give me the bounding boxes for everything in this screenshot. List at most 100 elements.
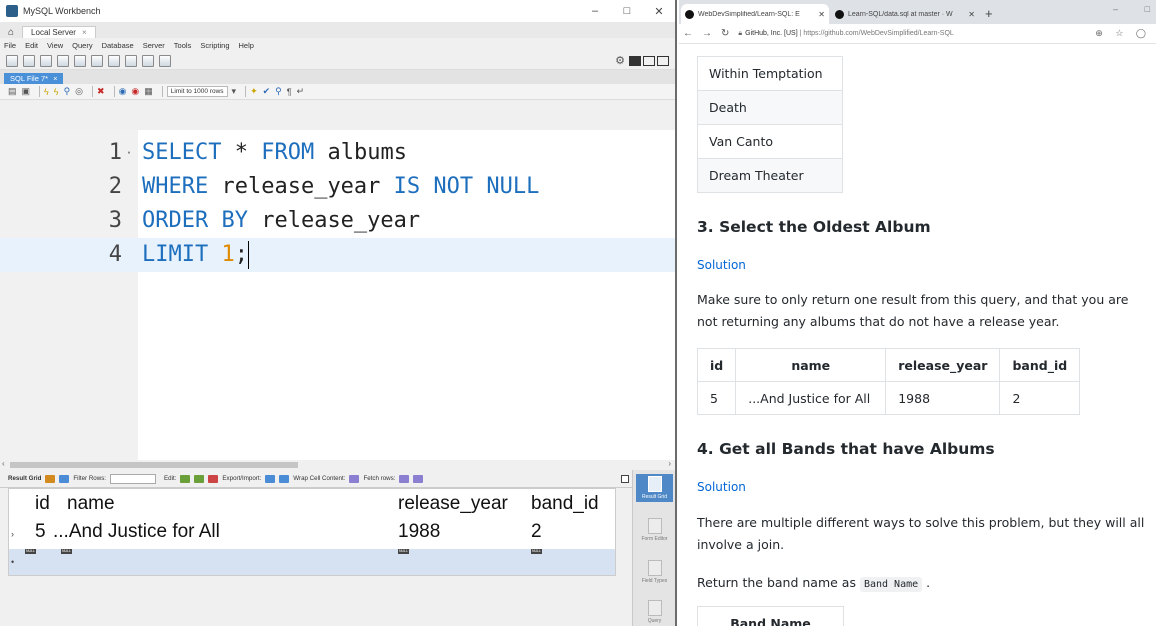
toggle-output-icon[interactable] [643, 55, 655, 66]
fetch-all-icon[interactable] [413, 474, 424, 483]
new-row-placeholder[interactable]: • NULL NULL NULL NULL [9, 549, 615, 575]
limit-rows-select[interactable]: Limit to 1000 rows [166, 86, 228, 97]
minimize-button[interactable]: – [1113, 4, 1118, 14]
profile-icon[interactable]: ◯ [1136, 28, 1146, 38]
search-table-data-icon[interactable] [142, 54, 154, 67]
form-editor-panel-button[interactable]: Form Editor [636, 518, 673, 542]
close-button[interactable]: ✕ [643, 5, 675, 18]
result-grid-label[interactable]: Result Grid [8, 475, 41, 482]
bookmark-star-icon[interactable]: ☆ [1115, 28, 1123, 38]
scroll-right-icon[interactable]: › [668, 459, 671, 468]
browser-tab[interactable]: Learn-SQL/data.sql at master · W ✕ [831, 4, 979, 24]
toggle-secondary-sidebar-icon[interactable] [657, 55, 669, 66]
editor-horizontal-scrollbar[interactable]: ‹ › [0, 459, 675, 470]
beautify-icon[interactable]: ✦ [250, 86, 258, 97]
maximize-button[interactable]: □ [611, 5, 643, 18]
execute-current-icon[interactable]: ϟ [54, 87, 59, 97]
open-file-icon[interactable]: ▤ [8, 86, 17, 97]
forward-icon[interactable]: → [702, 28, 712, 39]
reload-icon[interactable]: ↻ [721, 28, 729, 39]
close-tab-icon[interactable]: ✕ [968, 10, 975, 19]
browser-tab-active[interactable]: WebDevSimplified/Learn-SQL: E ✕ [681, 4, 829, 24]
column-header-band-id[interactable]: band_id [531, 493, 599, 515]
menu-file[interactable]: File [4, 41, 16, 50]
query-stats-panel-button[interactable]: Query [636, 600, 673, 624]
create-schema-icon[interactable] [57, 54, 69, 67]
solution-link[interactable]: Solution [697, 480, 746, 494]
create-procedure-icon[interactable] [108, 54, 120, 67]
wrap-lines-icon[interactable]: ↵ [297, 86, 305, 97]
menu-server[interactable]: Server [143, 41, 165, 50]
code-line[interactable]: 1 · SELECT * FROM albums [0, 136, 675, 170]
filter-rows-input[interactable] [110, 473, 157, 484]
result-grid-panel-button[interactable]: Result Grid [636, 474, 673, 502]
zoom-icon[interactable]: ⊕ [1095, 28, 1103, 38]
close-icon[interactable]: × [53, 74, 57, 83]
create-table-icon[interactable] [74, 54, 86, 67]
create-function-icon[interactable] [125, 54, 137, 67]
menu-tools[interactable]: Tools [174, 41, 192, 50]
fold-marker-icon[interactable]: · [123, 136, 135, 170]
table-row[interactable]: › 5 ...And Justice for All 1988 2 [9, 521, 615, 547]
commit-icon[interactable]: ◉ [119, 86, 127, 97]
cell-name[interactable]: ...And Justice for All [53, 521, 220, 543]
fetch-next-icon[interactable] [399, 474, 410, 483]
maximize-button[interactable]: □ [1145, 4, 1150, 14]
close-icon[interactable]: × [82, 28, 87, 37]
cell-release-year[interactable]: 1988 [398, 521, 440, 543]
back-icon[interactable]: ← [683, 28, 693, 39]
toggle-error-icon[interactable]: ✖ [97, 86, 105, 97]
open-sql-script-icon[interactable] [23, 54, 35, 67]
menu-query[interactable]: Query [72, 41, 92, 50]
find-icon[interactable]: ⚲ [275, 86, 282, 97]
execute-icon[interactable]: ϟ [44, 87, 49, 97]
sql-file-tab[interactable]: SQL File 7* × [4, 73, 64, 84]
export-icon[interactable] [265, 474, 276, 483]
grid-icon[interactable] [45, 474, 56, 483]
close-tab-icon[interactable]: ✕ [818, 10, 825, 19]
chevron-down-icon[interactable]: ▾ [232, 86, 237, 97]
check-icon[interactable]: ✔ [263, 86, 271, 97]
solution-link[interactable]: Solution [697, 258, 746, 272]
menu-help[interactable]: Help [239, 41, 254, 50]
code-line[interactable]: 3 ORDER BY release_year [0, 204, 675, 238]
inspector-icon[interactable] [40, 54, 52, 67]
new-sql-tab-icon[interactable] [6, 54, 18, 67]
new-tab-button[interactable]: + [985, 6, 993, 21]
menu-database[interactable]: Database [102, 41, 134, 50]
filter-icon[interactable] [59, 474, 70, 483]
explain-icon[interactable]: ⚲ [64, 86, 71, 97]
column-header-name[interactable]: name [67, 493, 115, 515]
gear-icon[interactable]: ⚙ [615, 54, 625, 67]
code-line[interactable]: 2 WHERE release_year IS NOT NULL [0, 170, 675, 204]
current-code-line[interactable]: 4 LIMIT 1; [0, 238, 675, 272]
stop-icon[interactable]: ◎ [75, 86, 83, 97]
sql-editor[interactable]: 1 · SELECT * FROM albums 2 WHERE release… [0, 130, 675, 460]
toggle-sidebar-icon[interactable] [629, 55, 641, 66]
rollback-icon[interactable]: ◉ [131, 86, 139, 97]
invisible-chars-icon[interactable]: ¶ [287, 87, 292, 97]
column-header-release-year[interactable]: release_year [398, 493, 508, 515]
autocommit-icon[interactable]: ▦ [144, 86, 153, 97]
lock-icon[interactable]: 🔒︎ [738, 30, 742, 38]
scrollbar-thumb[interactable] [10, 462, 298, 468]
save-icon[interactable]: ▣ [22, 86, 31, 97]
import-icon[interactable] [279, 474, 290, 483]
wrap-cell-icon[interactable] [349, 474, 360, 483]
create-view-icon[interactable] [91, 54, 103, 67]
column-header-id[interactable]: id [35, 493, 50, 515]
connection-tab[interactable]: Local Server × [22, 26, 96, 38]
cell-band-id[interactable]: 2 [531, 521, 542, 543]
edit-row-icon[interactable] [180, 474, 191, 483]
scroll-left-icon[interactable]: ‹ [2, 459, 5, 468]
cell-id[interactable]: 5 [35, 521, 46, 543]
delete-row-icon[interactable] [208, 474, 219, 483]
url-field[interactable]: GitHub, Inc. [US] | https://github.com/W… [745, 30, 954, 37]
result-grid-table[interactable]: id name release_year band_id › 5 ...And … [8, 488, 616, 576]
add-row-icon[interactable] [194, 474, 205, 483]
home-icon[interactable]: ⌂ [8, 27, 14, 38]
menu-scripting[interactable]: Scripting [200, 41, 229, 50]
menu-edit[interactable]: Edit [25, 41, 38, 50]
toggle-panel-icon[interactable] [621, 475, 629, 483]
reconnect-icon[interactable] [159, 54, 171, 67]
